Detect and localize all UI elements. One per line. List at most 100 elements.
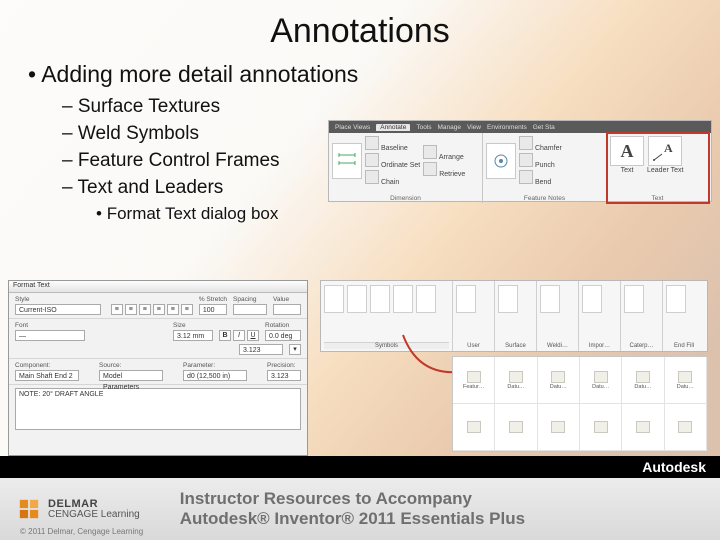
ribbon-annotate: Place Views Annotate Tools Manage View E… — [328, 120, 712, 202]
rotation-field[interactable]: 0.0 deg — [265, 330, 301, 341]
chain-item[interactable]: Chain — [365, 170, 420, 186]
underline-button[interactable]: U — [247, 330, 259, 341]
panel-feature-notes: Chamfer Punch Bend Feature Notes — [483, 133, 607, 203]
bullet-surface-textures: Surface Textures — [62, 96, 720, 118]
rotation-label: Rotation — [265, 322, 301, 329]
precision-dropdown[interactable]: 3.123 — [267, 370, 301, 381]
precision-label: Precision: — [267, 362, 301, 369]
datum-cell-icon[interactable] — [594, 371, 608, 383]
panel-label-text: Text — [610, 195, 705, 202]
tab-environments[interactable]: Environments — [487, 124, 527, 131]
parameter-dropdown[interactable]: d0 (12,500 in) — [183, 370, 247, 381]
tab-tools[interactable]: Tools — [416, 124, 431, 131]
feature-cell-icon[interactable] — [467, 371, 481, 383]
precision-preview[interactable]: 3.123 — [239, 344, 283, 355]
tab-view[interactable]: View — [467, 124, 481, 131]
size-label: Size — [173, 322, 213, 329]
tab-place-views[interactable]: Place Views — [335, 124, 370, 131]
delmar-logo-icon — [18, 498, 40, 520]
baseline-item[interactable]: Baseline — [365, 136, 420, 152]
user-icon[interactable] — [456, 285, 476, 313]
delmar-block: DELMAR CENGAGE Learning — [18, 498, 140, 520]
italic-button[interactable]: I — [233, 330, 245, 341]
import-symbol-icon[interactable] — [393, 285, 413, 313]
slide-title: Annotations — [0, 12, 720, 51]
surface-symbol-icon[interactable] — [347, 285, 367, 313]
anno-cell-icon[interactable] — [594, 421, 608, 433]
user-symbol-icon[interactable] — [324, 285, 344, 313]
autodesk-bar: Autodesk — [0, 456, 720, 478]
value-label: Value — [273, 296, 301, 303]
annotation-grid: Featur… Datu… Datu… Datu… Datu… Datu… — [452, 356, 708, 452]
panel-dimension: Baseline Ordinate Set Chain Arrange Retr… — [329, 133, 483, 203]
datum-cell-icon[interactable] — [551, 371, 565, 383]
copyright: © 2011 Delmar, Cengage Learning — [20, 527, 143, 536]
chamfer-item[interactable]: Chamfer — [519, 136, 562, 152]
bend-item[interactable]: Bend — [519, 170, 562, 186]
align-right-button[interactable]: ≡ — [139, 304, 151, 315]
retrieve-item[interactable]: Retrieve — [423, 162, 465, 178]
endfill-icon[interactable] — [666, 285, 686, 313]
datum-cell-icon[interactable] — [509, 371, 523, 383]
align-bot-button[interactable]: ≡ — [181, 304, 193, 315]
insert-symbol-button[interactable]: ▾ — [289, 344, 301, 355]
align-center-button[interactable]: ≡ — [125, 304, 137, 315]
anno-cell-icon[interactable] — [509, 421, 523, 433]
ribbon-symbols: Symbols User Surface Weldi… Impor… Cater… — [320, 280, 708, 352]
leader-text-button[interactable]: A — [648, 136, 682, 166]
datum-cell-icon[interactable] — [678, 371, 692, 383]
surface-label: Surface — [498, 343, 533, 349]
dimension-button[interactable] — [332, 143, 362, 179]
delmar-brand: DELMAR — [48, 499, 140, 510]
align-mid-button[interactable]: ≡ — [167, 304, 179, 315]
footer: DELMAR CENGAGE Learning Instructor Resou… — [0, 478, 720, 540]
panel-symbols: Symbols — [321, 281, 453, 351]
anno-cell-icon[interactable] — [678, 421, 692, 433]
size-field[interactable]: 3.12 mm — [173, 330, 213, 341]
panel-label-feature: Feature Notes — [486, 195, 603, 202]
arrange-item[interactable]: Arrange — [423, 145, 465, 161]
bold-button[interactable]: B — [219, 330, 231, 341]
panel-label-dimension: Dimension — [332, 195, 479, 202]
cell-label: Datu… — [634, 384, 651, 390]
note-textarea[interactable]: NOTE: 20° DRAFT ANGLE — [15, 388, 301, 430]
anno-cell-icon[interactable] — [467, 421, 481, 433]
welding-icon[interactable] — [540, 285, 560, 313]
punch-item[interactable]: Punch — [519, 153, 562, 169]
spacing-field[interactable] — [233, 304, 267, 315]
bullet-level1: Adding more detail annotations — [28, 61, 720, 88]
ordinate-item[interactable]: Ordinate Set — [365, 153, 420, 169]
stretch-field[interactable]: 100 — [199, 304, 227, 315]
tab-get-started[interactable]: Get Sta — [533, 124, 555, 131]
svg-text:A: A — [664, 141, 673, 155]
source-dropdown[interactable]: Model Parameters — [99, 370, 163, 381]
align-top-button[interactable]: ≡ — [153, 304, 165, 315]
surface-icon[interactable] — [498, 285, 518, 313]
source-label: Source: — [99, 362, 177, 369]
caterp-icon[interactable] — [624, 285, 644, 313]
delmar-sub: CENGAGE Learning — [48, 510, 140, 520]
expand-symbol-icon[interactable] — [416, 285, 436, 313]
symbols-panel-label: Symbols — [324, 342, 449, 349]
cell-label: Datu… — [507, 384, 524, 390]
component-dropdown[interactable]: Main Shaft End 2 — [15, 370, 79, 381]
tab-manage[interactable]: Manage — [438, 124, 462, 131]
anno-cell-icon[interactable] — [636, 421, 650, 433]
user-label: User — [456, 343, 491, 349]
ribbon-tabs: Place Views Annotate Tools Manage View E… — [329, 121, 711, 133]
datum-cell-icon[interactable] — [636, 371, 650, 383]
hole-thread-button[interactable] — [486, 143, 516, 179]
text-button[interactable]: A — [610, 136, 644, 166]
import-icon[interactable] — [582, 285, 602, 313]
style-dropdown[interactable]: Current-ISO — [15, 304, 101, 315]
weld-symbol-icon[interactable] — [370, 285, 390, 313]
align-left-button[interactable]: ≡ — [111, 304, 123, 315]
font-dropdown[interactable]: — — [15, 330, 85, 341]
anno-cell-icon[interactable] — [551, 421, 565, 433]
style-label: Style — [15, 296, 105, 303]
font-label: Font — [15, 322, 167, 329]
cell-label: Datu… — [677, 384, 694, 390]
value-field[interactable] — [273, 304, 301, 315]
format-text-dialog: Format Text Style Current-ISO ≡ ≡ ≡ ≡ ≡ … — [8, 280, 308, 456]
tab-annotate[interactable]: Annotate — [376, 124, 410, 131]
